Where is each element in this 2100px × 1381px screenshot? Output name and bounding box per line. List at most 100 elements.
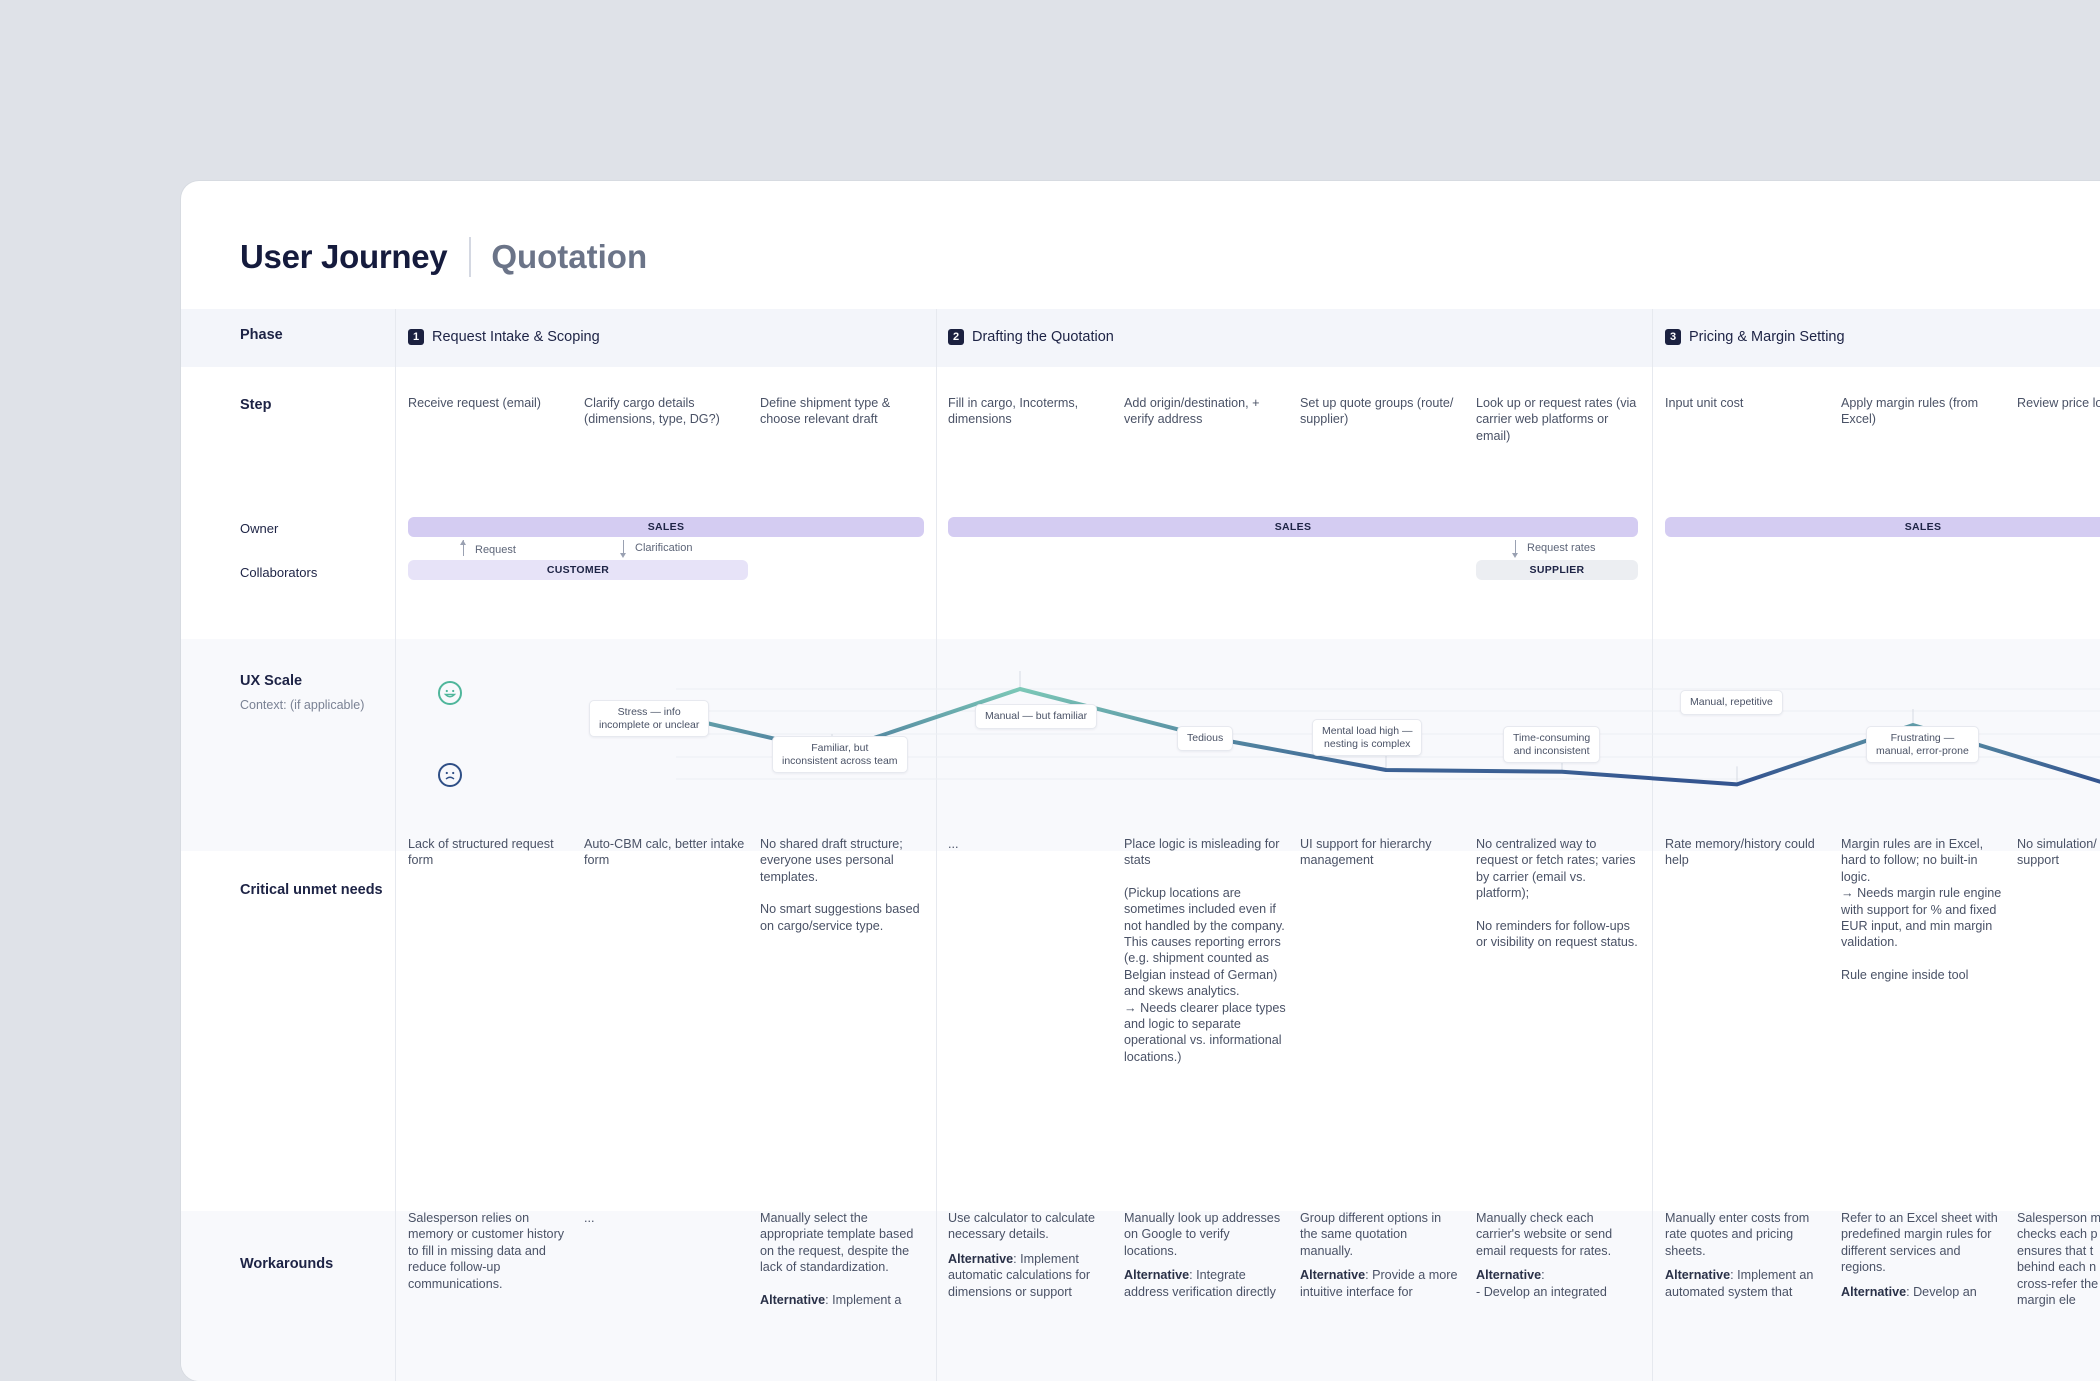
needs-cell: No centralized way to request or fetch r… (1476, 836, 1638, 966)
needs-text: Rule engine inside tool (1841, 967, 1969, 982)
workaround-cell: Manually check each carrier's website or… (1476, 1210, 1638, 1316)
needs-text: Auto-CBM calc, better intake form (584, 837, 745, 868)
arrow-down-icon (619, 540, 629, 558)
collaborator-bar-customer: CUSTOMER (408, 560, 748, 580)
phase-2[interactable]: 2 Drafting the Quotation (948, 329, 1114, 345)
ux-annotation-line: nesting is complex (1324, 737, 1411, 750)
workaround-text: Manually select the appropriate template… (760, 1211, 914, 1275)
needs-text: No smart suggestions based on cargo/serv… (760, 902, 920, 933)
needs-cell: Place logic is misleading for stats (Pic… (1124, 836, 1286, 1081)
ux-chart (674, 671, 2100, 787)
workaround-cell: Manually select the appropriate template… (760, 1210, 922, 1324)
arrow-up-icon (459, 540, 469, 558)
step-cell: Input unit cost (1665, 396, 1744, 410)
row-label-ux-scale: UX Scale (240, 673, 303, 689)
row-label-needs: Critical unmet needs (240, 882, 383, 898)
owner-bar-sales: SALES (408, 517, 924, 537)
ux-annotation: Familiar, but inconsistent across team (772, 736, 908, 773)
ux-annotation: Time-consuming and inconsistent (1503, 726, 1601, 763)
needs-text: → Needs clearer place types and logic to… (1124, 1000, 1286, 1064)
title-main: User Journey (240, 238, 448, 275)
workaround-alternative: Alternative: (1476, 1267, 1638, 1283)
ux-annotation: Frustrating — manual, error-prone (1866, 726, 1979, 763)
needs-text: Rate memory/history could help (1665, 837, 1815, 868)
ux-annotation-line: Familiar, but (811, 742, 869, 754)
workaround-text: Salesperson m checks each p ensures that… (2017, 1211, 2100, 1308)
workaround-text: ... (584, 1211, 595, 1225)
workaround-cell: Use calculator to calculate necessary de… (948, 1210, 1110, 1316)
alternative-text: : (1541, 1268, 1545, 1283)
workaround-text: - Develop an integrated (1476, 1284, 1607, 1299)
row-label-phase: Phase (240, 327, 283, 343)
workaround-text: Manually check each carrier's website or… (1476, 1211, 1613, 1258)
row-label-workarounds: Workarounds (240, 1256, 334, 1272)
collaborator-bar-supplier: SUPPLIER (1476, 560, 1638, 580)
workaround-cell: ... (584, 1210, 746, 1242)
row-label-collaborators: Collaborators (240, 565, 318, 580)
column-divider (936, 309, 937, 1381)
alternative-text: : Develop an (1906, 1284, 1977, 1299)
alternative-label: Alternative (1841, 1284, 1907, 1299)
workaround-alternative: Alternative: Provide a more intuitive in… (1300, 1267, 1462, 1300)
needs-cell: Lack of structured request form (408, 836, 570, 885)
flow-request-rates: Request rates (1511, 540, 1595, 558)
phase-1[interactable]: 1 Request Intake & Scoping (408, 329, 600, 345)
title-subtitle: Quotation (491, 238, 648, 275)
ux-annotation-line: incomplete or unclear (599, 718, 700, 731)
needs-cell: ... (948, 836, 1110, 868)
needs-text: ... (948, 837, 959, 851)
needs-text: No shared draft structure; everyone uses… (760, 837, 903, 884)
needs-text: → Needs margin rule engine with support … (1841, 886, 2002, 950)
needs-text: No centralized way to request or fetch r… (1476, 837, 1636, 901)
needs-text: No reminders for follow-ups or visibilit… (1476, 918, 1638, 950)
flow-clarification: Clarification (619, 540, 692, 558)
ux-annotation-line: Time-consuming (1513, 732, 1591, 744)
workaround-cell: Refer to an Excel sheet with predefined … (1841, 1210, 2003, 1316)
column-divider (1652, 309, 1653, 1381)
step-cell: Clarify cargo details (dimensions, type,… (584, 396, 720, 427)
phase-number: 3 (1665, 329, 1681, 345)
row-label-step: Step (240, 397, 272, 413)
alternative-label: Alternative (1665, 1268, 1731, 1283)
workaround-alternative: Alternative: Implement an automated syst… (1665, 1267, 1827, 1300)
phase-3[interactable]: 3 Pricing & Margin Setting (1665, 329, 1845, 345)
alternative-label: Alternative (1300, 1268, 1366, 1283)
needs-text: (Pickup locations are sometimes included… (1124, 885, 1285, 999)
workaround-text: Use calculator to calculate necessary de… (948, 1211, 1095, 1242)
happy-face-icon (438, 681, 462, 705)
workaround-text: Group different options in the same quot… (1300, 1211, 1442, 1258)
workaround-alternative: Alternative: Implement a (760, 1292, 922, 1308)
step-cell: Add origin/destination, + verify address (1124, 396, 1260, 427)
phase-number: 1 (408, 329, 424, 345)
step-cell: Define shipment type & choose relevant d… (760, 396, 891, 427)
alternative-label: Alternative (1124, 1268, 1190, 1283)
workaround-cell: Salesperson m checks each p ensures that… (2017, 1210, 2100, 1324)
ux-annotation-line: Frustrating — (1890, 732, 1955, 744)
workaround-text: Refer to an Excel sheet with predefined … (1841, 1211, 1998, 1275)
needs-text: Place logic is misleading for stats (1124, 837, 1280, 868)
flow-label: Request rates (1527, 542, 1596, 554)
flow-label: Request (475, 544, 516, 556)
flow-request: Request (459, 540, 516, 558)
workaround-cell: Group different options in the same quot… (1300, 1210, 1462, 1316)
phase-label: Pricing & Margin Setting (1689, 329, 1845, 345)
ux-annotation: Manual, repetitive (1680, 690, 1783, 715)
alternative-text: : Implement a (825, 1292, 902, 1307)
phase-label: Drafting the Quotation (972, 329, 1114, 345)
needs-text: Lack of structured request form (408, 837, 554, 868)
needs-text: Margin rules are in Excel, hard to follo… (1841, 837, 1984, 884)
ux-annotation-line: and inconsistent (1513, 744, 1590, 757)
row-label-owner: Owner (240, 521, 279, 536)
needs-cell: Auto-CBM calc, better intake form (584, 836, 746, 885)
phase-number: 2 (948, 329, 964, 345)
flow-label: Clarification (635, 542, 693, 554)
step-cell: Apply margin rules (from Excel) (1841, 396, 1979, 427)
workaround-alternative: Alternative: Develop an (1841, 1284, 2003, 1300)
needs-cell: No simulation/ support (2017, 836, 2100, 885)
needs-cell: Rate memory/history could help (1665, 836, 1827, 885)
title-divider (469, 237, 472, 277)
needs-cell: Margin rules are in Excel, hard to follo… (1841, 836, 2003, 999)
phase-label: Request Intake & Scoping (432, 329, 600, 345)
ux-annotation: Stress — info incomplete or unclear (589, 700, 710, 737)
row-label-context: Context: (if applicable) (240, 698, 365, 712)
